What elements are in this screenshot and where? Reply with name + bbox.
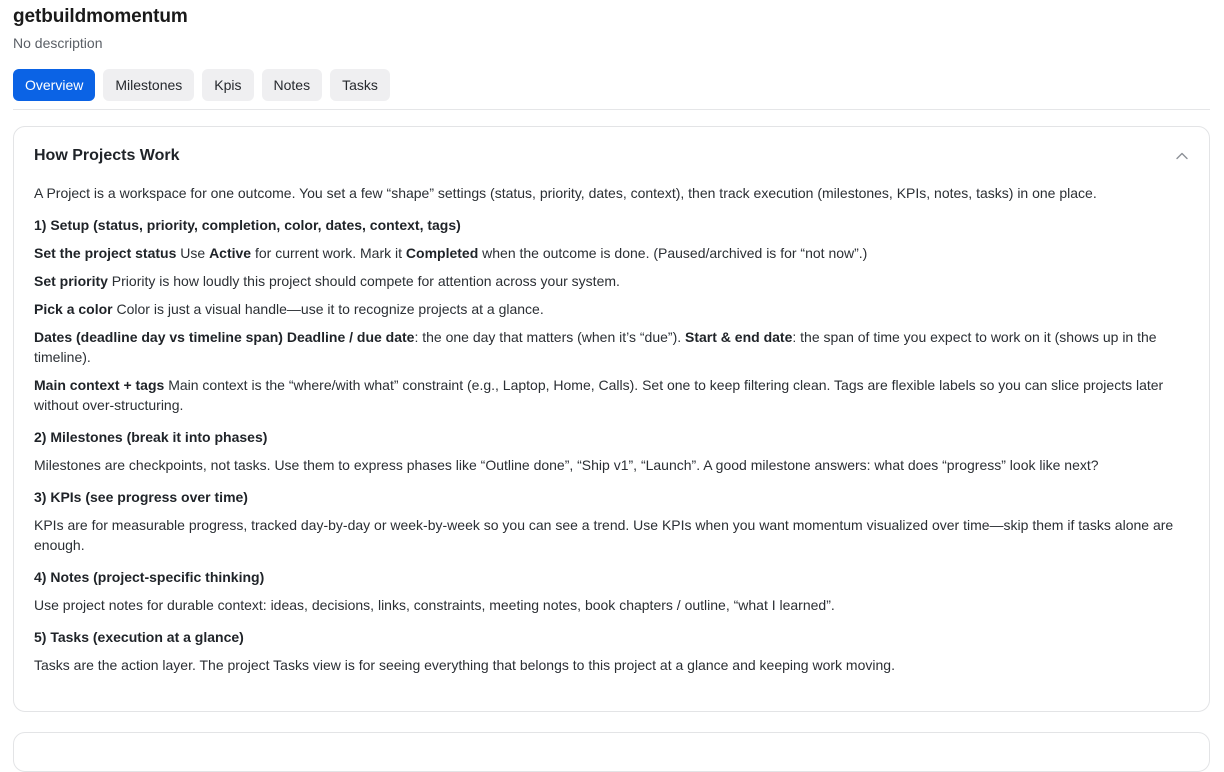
chevron-up-icon xyxy=(1176,152,1188,160)
kpis-heading: 3) KPIs (see progress over time) xyxy=(34,489,248,505)
status-completed: Completed xyxy=(405,245,479,261)
next-card xyxy=(13,732,1210,772)
priority-paragraph: Set priority Priority is how loudly this… xyxy=(34,271,1194,291)
status-paragraph: Set the project status Use Active for cu… xyxy=(34,243,1194,263)
collapse-button[interactable] xyxy=(1173,147,1191,165)
color-paragraph: Pick a color Color is just a visual hand… xyxy=(34,299,1194,319)
notes-text: Use project notes for durable context: i… xyxy=(34,597,835,613)
dates-deadline: Deadline / due date xyxy=(282,329,415,345)
tab-notes[interactable]: Notes xyxy=(261,69,323,101)
priority-text: Priority is how loudly this project shou… xyxy=(107,273,620,289)
color-label: Pick a color xyxy=(34,301,113,317)
status-text-3: when the outcome is done. (Paused/archiv… xyxy=(478,245,868,261)
dates-paragraph: Dates (deadline day vs timeline span) De… xyxy=(34,327,1194,367)
priority-label: Set priority xyxy=(34,273,108,289)
card-body: A Project is a workspace for one outcome… xyxy=(34,183,1194,683)
status-label: Set the project status xyxy=(34,245,177,261)
kpis-text: KPIs are for measurable progress, tracke… xyxy=(34,517,1174,553)
context-paragraph: Main context + tags Main context is the … xyxy=(34,375,1194,415)
tab-overview[interactable]: Overview xyxy=(13,69,96,101)
color-text: Color is just a visual handle—use it to … xyxy=(112,301,544,317)
milestones-text: Milestones are checkpoints, not tasks. U… xyxy=(34,457,1099,473)
status-text-2: for current work. Mark it xyxy=(251,245,406,261)
dates-label: Dates (deadline day vs timeline span) xyxy=(34,329,283,345)
project-title: getbuildmomentum xyxy=(13,6,188,27)
milestones-heading: 2) Milestones (break it into phases) xyxy=(34,429,268,445)
status-text-1: Use xyxy=(176,245,210,261)
context-label: Main context + tags xyxy=(34,377,165,393)
tab-tasks[interactable]: Tasks xyxy=(330,69,390,101)
setup-heading: 1) Setup (status, priority, completion, … xyxy=(34,217,461,233)
project-description: No description xyxy=(13,35,103,51)
intro-text: A Project is a workspace for one outcome… xyxy=(34,185,1097,201)
tab-milestones[interactable]: Milestones xyxy=(103,69,195,101)
tasks-heading: 5) Tasks (execution at a glance) xyxy=(34,629,244,645)
card-title: How Projects Work xyxy=(34,147,180,164)
tasks-text: Tasks are the action layer. The project … xyxy=(34,657,895,673)
context-text: Main context is the “where/with what” co… xyxy=(34,377,1164,413)
tabs-divider xyxy=(13,109,1210,110)
project-tabs: Overview Milestones Kpis Notes Tasks xyxy=(13,69,390,101)
notes-heading: 4) Notes (project-specific thinking) xyxy=(34,569,265,585)
tab-kpis[interactable]: Kpis xyxy=(202,69,254,101)
status-active: Active xyxy=(209,245,252,261)
dates-start-end: Start & end date xyxy=(685,329,793,345)
how-projects-work-card: How Projects Work A Project is a workspa… xyxy=(13,126,1210,712)
dates-text-1: : the one day that matters (when it’s “d… xyxy=(414,329,686,345)
